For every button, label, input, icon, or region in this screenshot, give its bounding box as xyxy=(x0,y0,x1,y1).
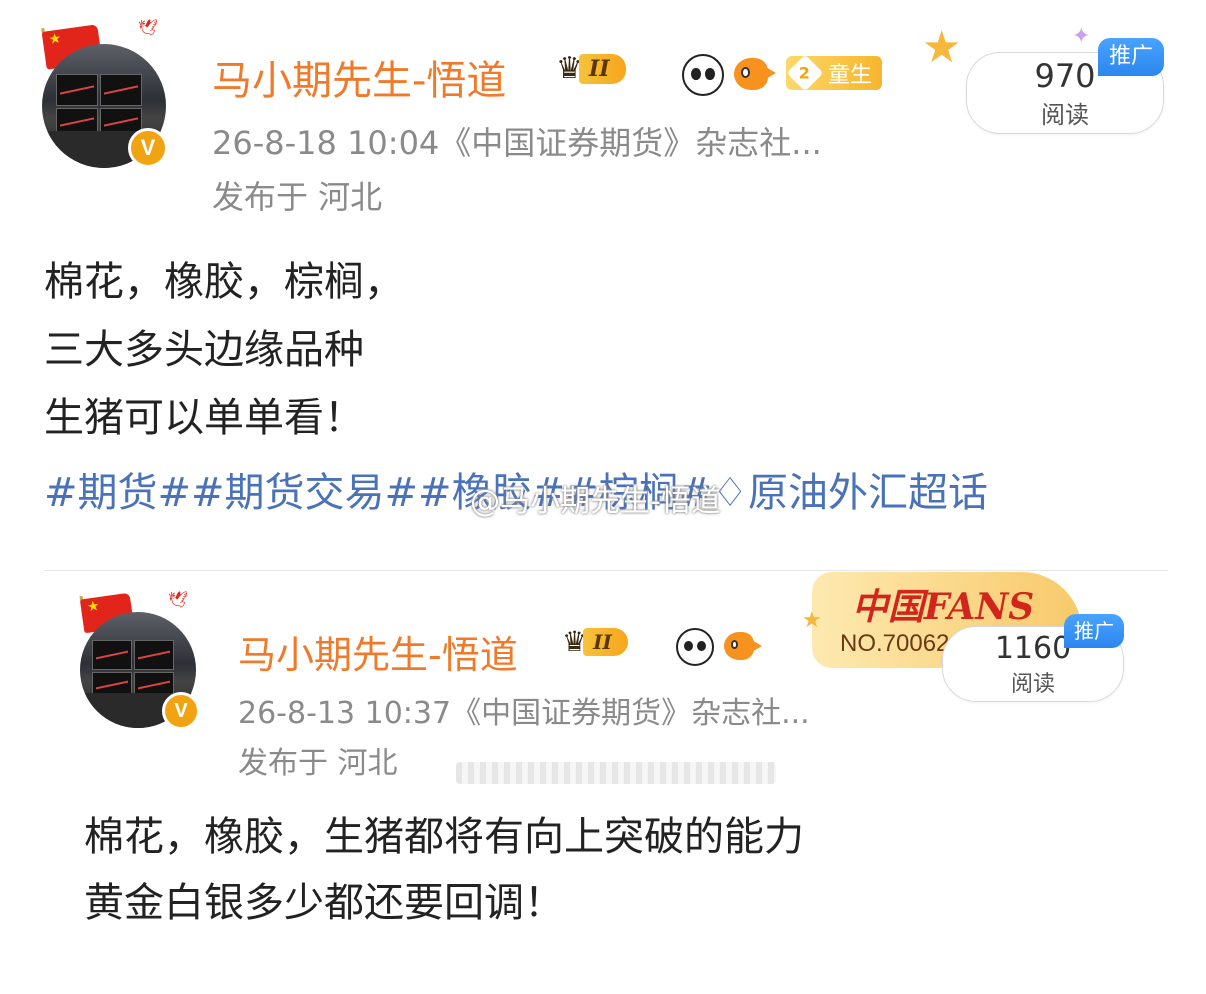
sparkle-icon: ✦ xyxy=(1072,24,1091,49)
promote-button[interactable]: 推广 xyxy=(1064,614,1124,648)
post-body-line: 棉花，橡胶，生猪都将有向上突破的能力 xyxy=(84,814,804,860)
post-location: 发布于 河北 xyxy=(212,178,383,216)
author-avatar[interactable]: 🕊 V xyxy=(76,588,216,738)
watermark: @马小期先生-悟道 xyxy=(470,484,721,519)
author-name[interactable]: 马小期先生-悟道 xyxy=(212,48,506,106)
post-body-line: 黄金白银多少都还要回调！ xyxy=(84,880,564,926)
fish-icon[interactable] xyxy=(724,632,762,660)
read-label: 阅读 xyxy=(1010,672,1055,697)
post-body: 棉花，橡胶，生猪都将有向上突破的能力 黄金白银多少都还要回调！ xyxy=(84,804,804,936)
verified-v-icon: V xyxy=(162,692,200,730)
post-meta: 26-8-13 10:37《中国证券期货》杂志社... xyxy=(238,696,810,731)
post-divider xyxy=(44,570,1168,571)
crown-level-icon[interactable]: ♛ II xyxy=(562,628,628,656)
tong-sheng-badge[interactable]: 2 童生 xyxy=(786,54,883,92)
post-body: 棉花，橡胶，棕榈， 三大多头边缘品种 生猪可以单单看！ xyxy=(44,248,404,452)
fish-icon[interactable] xyxy=(734,58,776,90)
panda-icon[interactable] xyxy=(682,54,724,96)
screenshot-frame: 🕊 V 马小期先生-悟道 ♛ II 2 童生 26-8-18 10:04《中国证… xyxy=(0,0,1206,994)
weibo-post-2[interactable]: 🕊 V 马小期先生-悟道 ♛ II 中国FANS NO.70062 ★ 26-8… xyxy=(0,572,1206,994)
panda-icon[interactable] xyxy=(676,628,714,666)
tong-sheng-label: 童生 xyxy=(828,63,873,88)
read-label: 阅读 xyxy=(1041,101,1089,129)
post-meta: 26-8-18 10:04《中国证券期货》杂志社... xyxy=(212,124,822,162)
crown-level-icon[interactable]: ♛ II xyxy=(556,54,626,84)
fans-title: 中国FANS xyxy=(852,586,1035,628)
verified-v-icon: V xyxy=(128,128,168,168)
level-badge: II xyxy=(578,54,626,84)
bird-icon: 🕊 xyxy=(168,590,189,609)
diamond-icon: 2 xyxy=(786,54,824,92)
author-name[interactable]: 马小期先生-悟道 xyxy=(238,624,518,679)
author-avatar[interactable]: 🕊 V xyxy=(38,14,188,174)
fans-number: NO.70062 xyxy=(840,630,950,657)
weibo-post-1[interactable]: 🕊 V 马小期先生-悟道 ♛ II 2 童生 26-8-18 10:04《中国证… xyxy=(0,0,1206,560)
post-body-line: 三大多头边缘品种 xyxy=(44,327,364,373)
level-badge: II xyxy=(583,628,628,656)
post-body-line: 生猪可以单单看！ xyxy=(44,395,364,441)
promote-button[interactable]: 推广 xyxy=(1098,38,1164,76)
star-icon: ★ xyxy=(922,22,962,73)
bird-icon: 🕊 xyxy=(138,18,159,37)
supertopic-link[interactable]: 原油外汇超话 xyxy=(748,470,988,516)
star-icon: ★ xyxy=(802,608,822,633)
blurred-content xyxy=(456,762,776,784)
post-body-line: 棉花，橡胶，棕榈， xyxy=(44,259,404,305)
post-location: 发布于 河北 xyxy=(238,746,398,781)
